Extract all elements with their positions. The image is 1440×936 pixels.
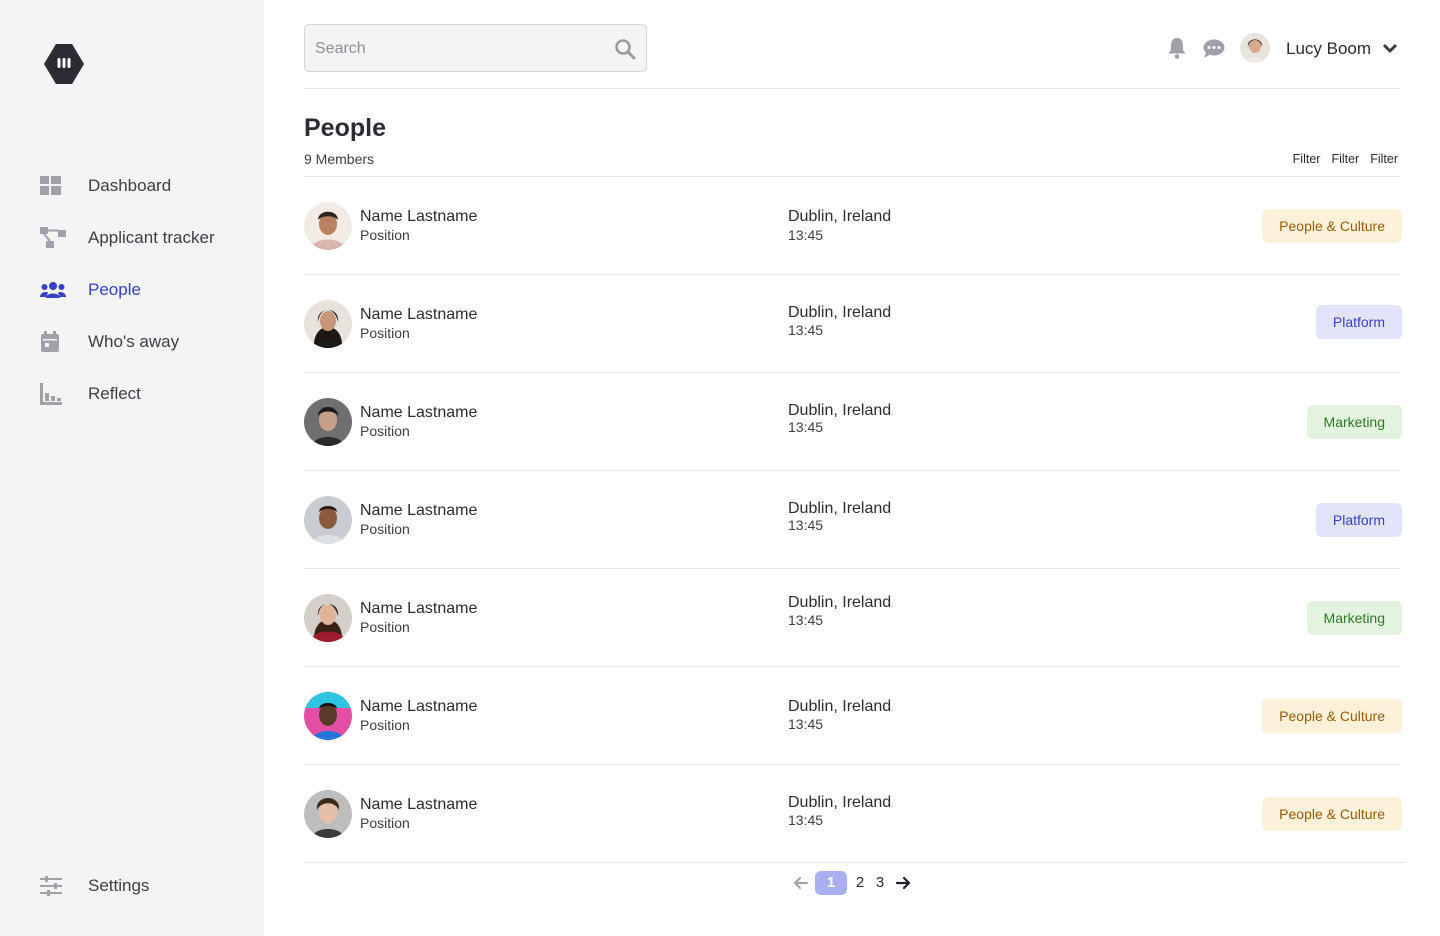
person-local-time: 13:45 — [788, 227, 824, 243]
person-position: Position — [360, 227, 410, 243]
bell-icon[interactable] — [1167, 37, 1187, 59]
person-local-time: 13:45 — [788, 716, 824, 732]
search-box — [304, 24, 647, 72]
arrow-right-icon[interactable] — [894, 874, 912, 892]
flow-icon — [40, 226, 66, 250]
avatar[interactable] — [304, 398, 352, 446]
sidebar-item-reflect[interactable]: Reflect — [0, 368, 264, 420]
page-button-1[interactable]: 1 — [815, 871, 847, 895]
table-row[interactable]: Name Lastname Position Dublin, Ireland 1… — [304, 275, 1402, 373]
person-position: Position — [360, 815, 410, 831]
team-badge[interactable]: Platform — [1315, 503, 1402, 537]
table-row[interactable]: Name Lastname Position Dublin, Ireland 1… — [304, 373, 1402, 471]
person-location: Dublin, Ireland — [788, 594, 892, 611]
sidebar-item-dashboard[interactable]: Dashboard — [0, 160, 264, 212]
sidebar-item-label: People — [88, 280, 141, 299]
team-badge[interactable]: People & Culture — [1262, 209, 1402, 243]
avatar[interactable] — [304, 496, 352, 544]
person-name[interactable]: Name Lastname — [360, 207, 477, 226]
page-button-2[interactable]: 2 — [855, 871, 865, 895]
sidebar-item-applicant-tracker[interactable]: Applicant tracker — [0, 212, 264, 264]
person-location: Dublin, Ireland — [788, 208, 892, 225]
person-local-time: 13:45 — [788, 322, 824, 338]
table-row[interactable]: Name Lastname Position Dublin, Ireland 1… — [304, 667, 1402, 765]
team-badge[interactable]: Marketing — [1306, 405, 1402, 439]
person-local-time: 13:45 — [788, 612, 824, 628]
user-avatar[interactable] — [1240, 33, 1270, 63]
chart-icon — [40, 382, 66, 406]
row-divider — [304, 862, 1406, 863]
avatar[interactable] — [304, 202, 352, 250]
user-name[interactable]: Lucy Boom — [1286, 39, 1371, 59]
chevron-down-icon[interactable] — [1382, 42, 1398, 54]
team-badge[interactable]: People & Culture — [1262, 797, 1402, 831]
sliders-icon — [40, 876, 62, 901]
person-name[interactable]: Name Lastname — [360, 697, 477, 716]
page-title: People — [304, 114, 386, 142]
avatar[interactable] — [304, 692, 352, 740]
avatar[interactable] — [304, 594, 352, 642]
member-count: 9 Members — [304, 151, 375, 167]
chat-icon[interactable] — [1202, 38, 1226, 60]
person-position: Position — [360, 325, 410, 341]
app-logo[interactable] — [42, 42, 86, 86]
sidebar-item-settings[interactable]: Settings — [0, 860, 264, 912]
person-position: Position — [360, 619, 410, 635]
sidebar-item-label: Reflect — [88, 384, 141, 403]
sidebar-item-label: Who's away — [88, 332, 180, 351]
calendar-icon — [40, 330, 66, 354]
person-location: Dublin, Ireland — [788, 698, 892, 715]
team-badge[interactable]: People & Culture — [1262, 699, 1402, 733]
table-row[interactable]: Name Lastname Position Dublin, Ireland 1… — [304, 471, 1402, 569]
filter-group: Filter Filter Filter — [1293, 151, 1398, 167]
arrow-left-icon[interactable] — [792, 874, 810, 892]
team-badge[interactable]: Marketing — [1306, 601, 1402, 635]
filter-button[interactable]: Filter — [1331, 151, 1359, 167]
person-name[interactable]: Name Lastname — [360, 795, 477, 814]
dashboard-icon — [40, 174, 66, 198]
avatar[interactable] — [304, 300, 352, 348]
table-row[interactable]: Name Lastname Position Dublin, Ireland 1… — [304, 569, 1402, 667]
table-row[interactable]: Name Lastname Position Dublin, Ireland 1… — [304, 177, 1402, 275]
team-badge[interactable]: Platform — [1315, 305, 1402, 339]
header-divider — [304, 88, 1400, 89]
avatar[interactable] — [304, 790, 352, 838]
person-position: Position — [360, 717, 410, 733]
person-location: Dublin, Ireland — [788, 794, 892, 811]
person-position: Position — [360, 423, 410, 439]
person-location: Dublin, Ireland — [788, 304, 892, 321]
page-button-3[interactable]: 3 — [875, 871, 885, 895]
search-icon[interactable] — [614, 38, 636, 60]
people-icon — [40, 278, 66, 302]
settings-label: Settings — [88, 876, 150, 895]
person-name[interactable]: Name Lastname — [360, 305, 477, 324]
person-local-time: 13:45 — [788, 517, 824, 533]
person-name[interactable]: Name Lastname — [360, 599, 477, 618]
person-local-time: 13:45 — [788, 419, 824, 435]
person-position: Position — [360, 521, 410, 537]
sidebar-item-people[interactable]: People — [0, 264, 264, 316]
person-name[interactable]: Name Lastname — [360, 501, 477, 520]
person-local-time: 13:45 — [788, 812, 824, 828]
sidebar-item-label: Applicant tracker — [88, 228, 215, 247]
search-input[interactable] — [315, 37, 605, 61]
filter-button[interactable]: Filter — [1370, 151, 1398, 167]
person-location: Dublin, Ireland — [788, 500, 892, 517]
person-location: Dublin, Ireland — [788, 402, 892, 419]
person-name[interactable]: Name Lastname — [360, 403, 477, 422]
sidebar: Dashboard Applicant tracker People Who's… — [0, 0, 264, 936]
sidebar-item-whos-away[interactable]: Who's away — [0, 316, 264, 368]
filter-button[interactable]: Filter — [1293, 151, 1321, 167]
sidebar-item-label: Dashboard — [88, 176, 172, 195]
table-row[interactable]: Name Lastname Position Dublin, Ireland 1… — [304, 765, 1406, 863]
